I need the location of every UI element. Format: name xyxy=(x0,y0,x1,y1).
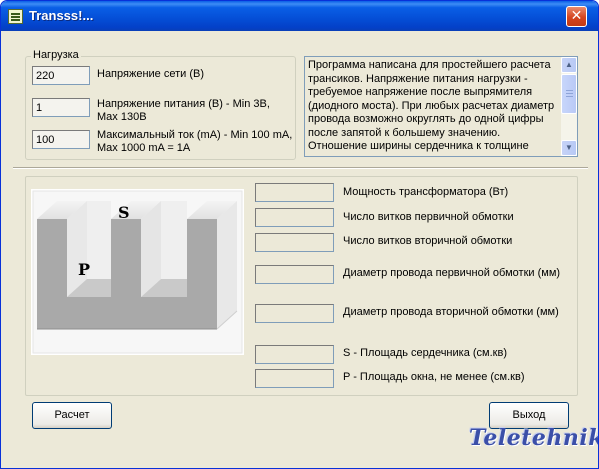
result-core-area-label: S - Площадь сердечника (см.кв) xyxy=(343,347,507,359)
transformer-core-diagram: S P xyxy=(31,189,244,355)
result-secondary-turns-label: Число витков вторичной обмотки xyxy=(343,235,513,247)
supply-voltage-label-line2: Max 130В xyxy=(97,111,147,123)
load-group-title: Нагрузка xyxy=(31,49,81,61)
result-core-area-field[interactable] xyxy=(255,345,334,364)
memo-line: трансиков. Напряжение питания нагрузки - xyxy=(308,72,528,85)
scrollbar-thumb[interactable] xyxy=(561,74,577,114)
memo-line: (диодного моста). При любых расчетах диа… xyxy=(308,99,555,112)
result-window-area-field[interactable] xyxy=(255,369,334,388)
max-current-input[interactable] xyxy=(32,130,90,149)
info-memo[interactable]: Программа написана для простейшего расче… xyxy=(304,56,578,157)
info-memo-text: Программа написана для простейшего расче… xyxy=(308,59,560,154)
result-secondary-wire-label: Диаметр провода вторичной обмотки (мм) xyxy=(343,306,559,318)
result-primary-wire-field[interactable] xyxy=(255,265,334,284)
memo-line: Отношение ширины сердечника к толщине xyxy=(308,140,529,152)
memo-line: Программа написана для простейшего расче… xyxy=(308,59,551,71)
result-primary-turns-label: Число витков первичной обмотки xyxy=(343,211,514,223)
result-primary-turns-field[interactable] xyxy=(255,208,334,227)
window-title: Transss!... xyxy=(29,8,94,23)
section-divider xyxy=(13,167,588,169)
scroll-up-arrow-icon[interactable]: ▲ xyxy=(561,57,577,73)
scroll-down-arrow-icon[interactable]: ▼ xyxy=(561,140,577,156)
max-current-label-line2: Max 1000 mA = 1A xyxy=(97,142,191,154)
watermark-logo: Teletehnika xyxy=(469,425,598,451)
title-bar[interactable]: Transss!... ✕ xyxy=(1,1,598,31)
mains-voltage-label: Напряжение сети (В) xyxy=(97,68,204,80)
app-window: Transss!... ✕ Нагрузка Напряжение сети (… xyxy=(0,0,599,469)
mains-voltage-input[interactable] xyxy=(32,66,90,85)
result-window-area-label: P - Площадь окна, не менее (см.кв) xyxy=(343,371,525,383)
result-power-field[interactable] xyxy=(255,183,334,202)
result-secondary-turns-field[interactable] xyxy=(255,233,334,252)
app-icon xyxy=(8,9,23,24)
supply-voltage-label-line1: Напряжение питания (В) - Min 3В, xyxy=(97,98,270,110)
core-shape-svg xyxy=(32,190,243,354)
result-primary-wire-label: Диаметр провода первичной обмотки (мм) xyxy=(343,267,561,279)
memo-line: после запятой к большему значению. xyxy=(308,126,501,139)
memo-line: требуемое напряжение после выпрямителя xyxy=(308,86,533,98)
result-power-label: Мощность трансформатора (Вт) xyxy=(343,186,509,198)
result-secondary-wire-field[interactable] xyxy=(255,304,334,323)
close-button[interactable]: ✕ xyxy=(566,6,587,27)
memo-scrollbar[interactable]: ▲ ▼ xyxy=(561,57,577,156)
diagram-label-s: S xyxy=(118,203,130,222)
diagram-label-p: P xyxy=(78,260,91,279)
supply-voltage-input[interactable] xyxy=(32,98,90,117)
max-current-label-line1: Максимальный ток (mA) - Min 100 mA, xyxy=(97,129,293,141)
calculate-button[interactable]: Расчет xyxy=(32,402,112,429)
memo-line: провода возможно округлять до одной цифр… xyxy=(308,113,544,125)
